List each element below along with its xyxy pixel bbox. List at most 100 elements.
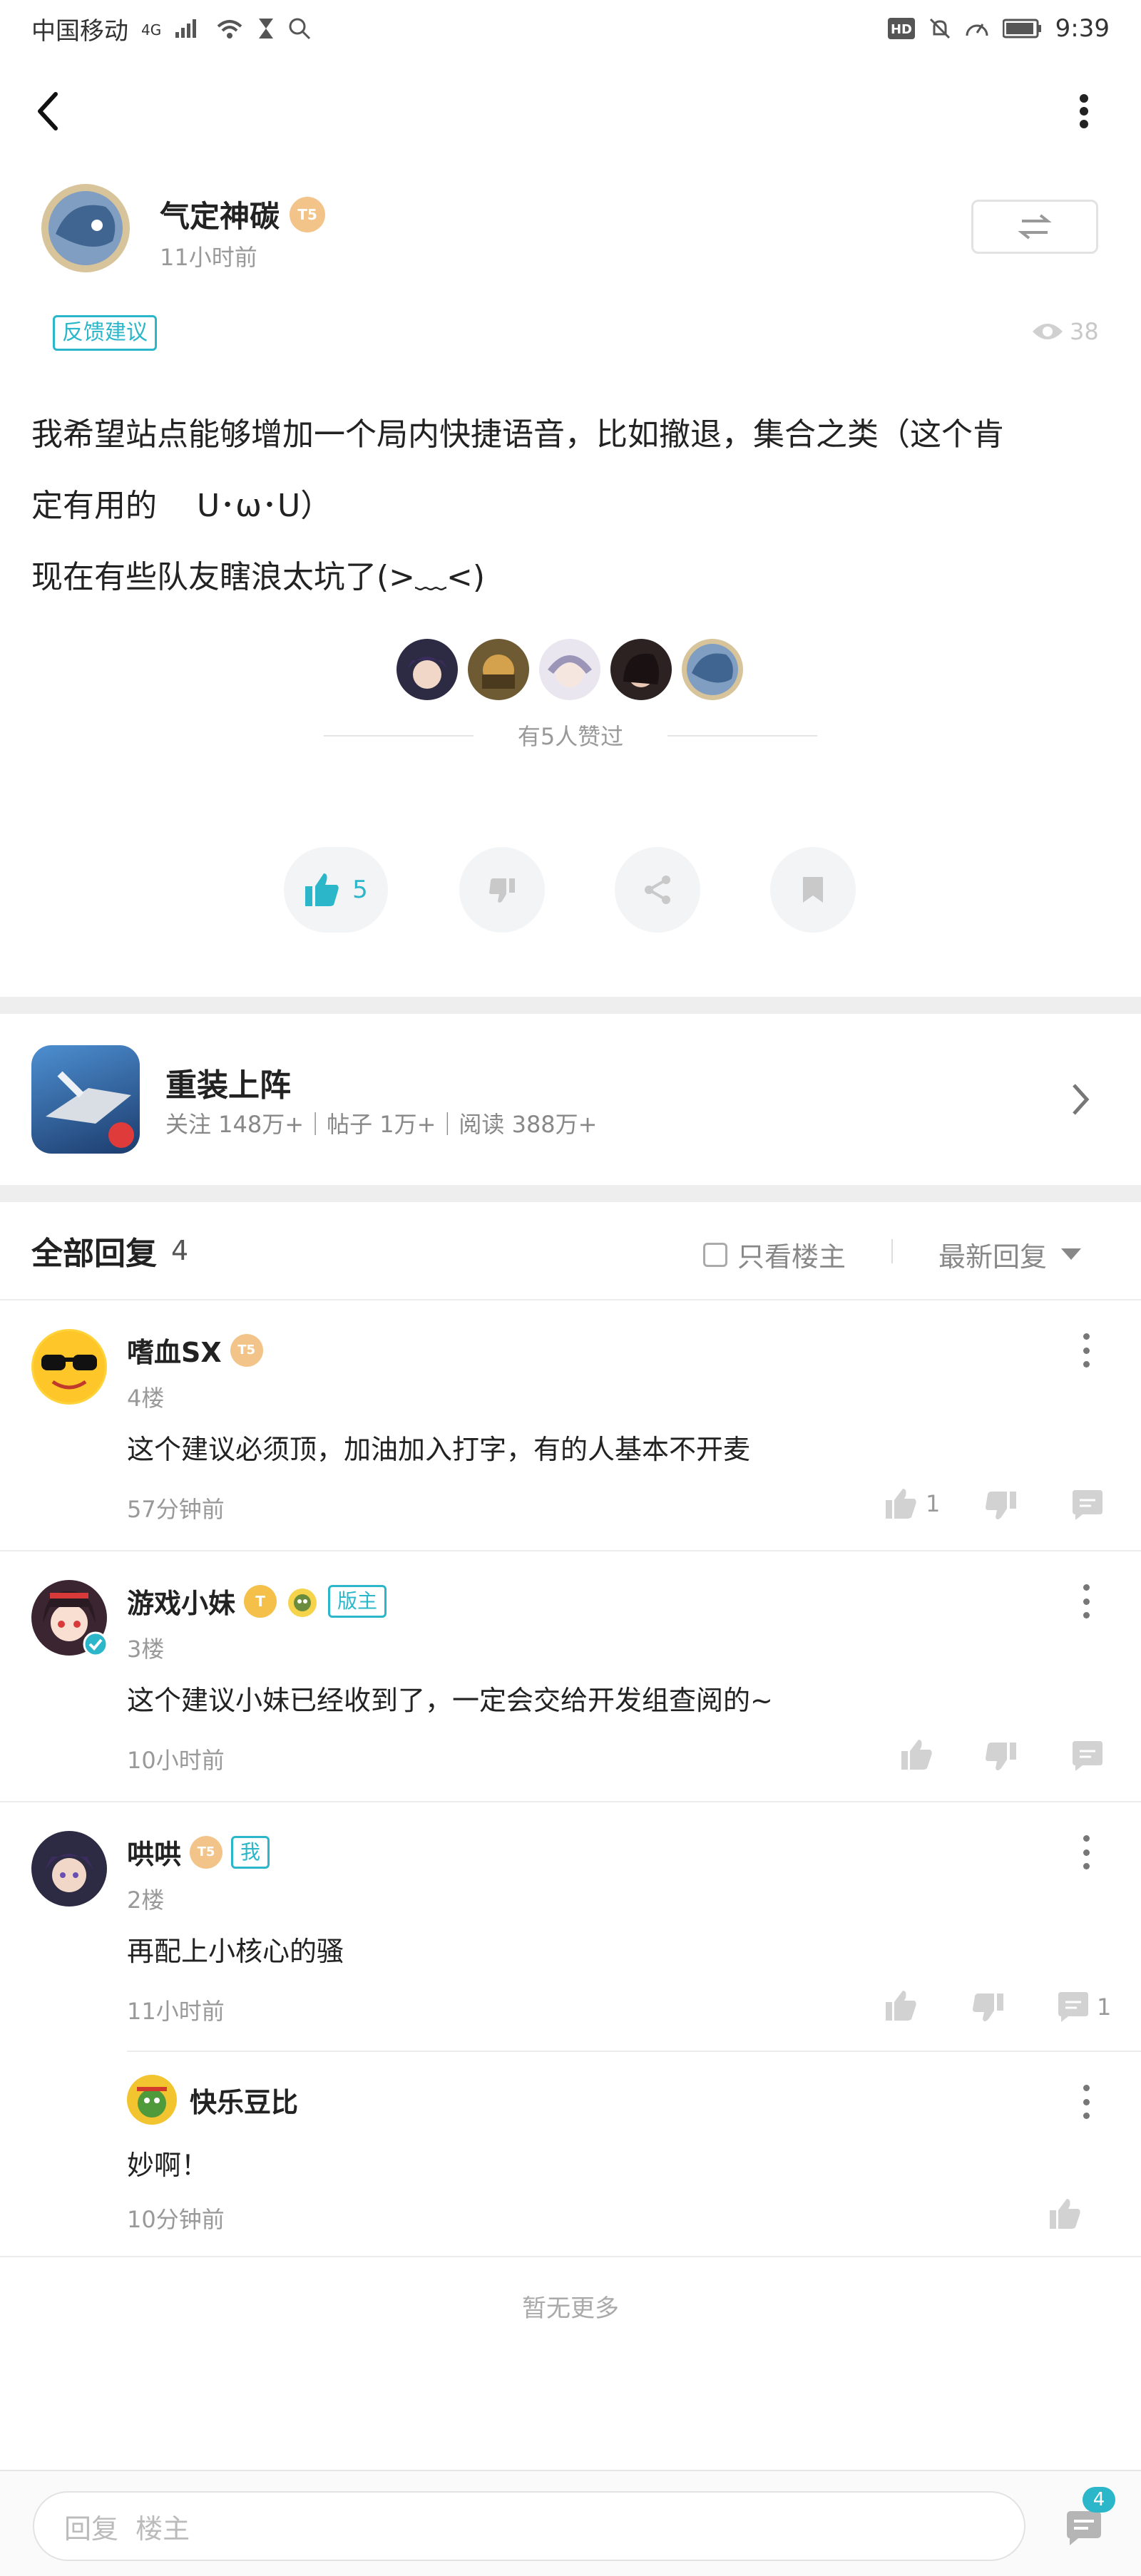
hourglass-icon (259, 19, 274, 39)
avatar-image (482, 655, 515, 689)
reply-more-button[interactable] (1083, 1835, 1090, 1869)
comment-icon[interactable] (1070, 1489, 1105, 1522)
checkbox-icon (703, 1242, 727, 1267)
reply-more-button[interactable] (1083, 1333, 1090, 1367)
reply-author-name[interactable]: 游戏小妹 (127, 1581, 235, 1621)
reply-author-name[interactable]: 哄哄 (127, 1832, 181, 1872)
replies-header: 全部回复 4 (31, 1228, 188, 1273)
verified-icon (83, 1631, 108, 1657)
moderator-badge: 版主 (328, 1584, 387, 1618)
liked-avatars[interactable] (396, 639, 743, 700)
thumbs-down-icon[interactable] (971, 1992, 1006, 2025)
reply-content: 这个建议必须顶，加油加入打字，有的人基本不开麦 (127, 1434, 751, 1465)
reply-comment-count: 1 (1097, 1993, 1112, 2021)
reply-time: 11小时前 (127, 1998, 225, 2025)
author-name[interactable]: 气定神碳 (160, 193, 280, 236)
avatar-image (623, 653, 659, 687)
reply-more-button[interactable] (1083, 1584, 1090, 1618)
level-badge: T (244, 1584, 277, 1618)
section-separator (0, 1185, 1141, 1202)
swap-arrows-icon (1018, 214, 1052, 240)
section-separator (0, 997, 1141, 1014)
caret-down-icon (1061, 1248, 1082, 1260)
reply-like-count: 1 (926, 1490, 941, 1517)
avatar-image (687, 644, 738, 695)
game-stats: 关注 148万+｜帖子 1万+｜阅读 388万+ (165, 1111, 598, 1138)
thumbs-down-icon[interactable] (984, 1490, 1018, 1523)
sub-reply-author-name[interactable]: 快乐豆比 (190, 2080, 298, 2120)
sort-dropdown[interactable]: 最新回复 (938, 1235, 1082, 1274)
liked-by-label: 有5人赞过 (517, 723, 624, 750)
reply-floor: 3楼 (127, 1636, 165, 1663)
reply-time: 57分钟前 (127, 1496, 225, 1523)
level-badge: T5 (230, 1333, 263, 1367)
level-badge: T5 (290, 196, 326, 232)
view-count: 38 (1031, 318, 1099, 345)
reply-content: 再配上小核心的骚 (127, 1936, 344, 1967)
more-options-button[interactable] (1055, 83, 1112, 140)
mute-icon (929, 18, 950, 39)
more-vertical-icon (1080, 94, 1088, 128)
back-arrow-icon (38, 92, 58, 130)
clock: 9:39 (1055, 14, 1110, 43)
game-icon (31, 1045, 140, 1154)
post-content-line: 我希望站点能够增加一个局内快捷语音，比如撤退，集合之类（这个肯 (31, 416, 1004, 453)
author-name-row: 气定神碳 T5 (160, 193, 326, 236)
post-time: 11小时前 (160, 244, 257, 271)
avatar-image (34, 1331, 105, 1402)
reply-input[interactable]: 回复 楼主 (33, 2491, 1025, 2561)
switch-button[interactable] (971, 200, 1098, 254)
thumbs-up-icon[interactable] (900, 1738, 934, 1771)
post-content: 我希望站点能够增加一个局内快捷语音，比如撤退，集合之类（这个肯 定有用的 U･ω… (31, 399, 1115, 613)
replies-title: 全部回复 (31, 1236, 157, 1272)
author-avatar[interactable] (41, 184, 130, 272)
speed-icon (966, 24, 988, 36)
bookmark-icon (803, 877, 823, 903)
share-button[interactable] (615, 847, 700, 933)
avatar-image (406, 657, 448, 689)
avatar-image (548, 655, 592, 687)
reply-author-name[interactable]: 嗜血SX (127, 1330, 222, 1370)
battery-icon (1002, 19, 1041, 39)
wifi-icon (217, 20, 242, 39)
medal-icon (288, 1588, 317, 1617)
reply-avatar[interactable] (31, 1831, 107, 1907)
replies-count: 4 (171, 1235, 189, 1266)
sort-label: 最新回复 (938, 1241, 1048, 1273)
post-tag[interactable]: 反馈建议 (53, 315, 157, 351)
sub-reply-more-button[interactable] (1083, 2085, 1090, 2119)
reply-floor: 4楼 (127, 1385, 165, 1412)
bookmark-button[interactable] (770, 847, 856, 933)
thumbs-up-icon[interactable] (884, 1989, 919, 2022)
comment-icon[interactable] (1070, 1740, 1105, 1772)
avatar-image (48, 191, 123, 265)
like-button[interactable]: 5 (284, 847, 388, 933)
thumbs-down-icon[interactable] (984, 1741, 1018, 1774)
svg-text:HD: HD (891, 22, 912, 37)
sub-reply-item: 快乐豆比 妙啊！ 10分钟前 (127, 2052, 1141, 2259)
me-badge: 我 (231, 1835, 270, 1869)
divider (324, 735, 474, 737)
level-badge: T5 (190, 1835, 223, 1869)
reply-like-button[interactable]: 1 (884, 1487, 940, 1520)
back-button[interactable] (19, 83, 76, 140)
dislike-button[interactable] (459, 847, 545, 933)
thumbs-down-icon (489, 878, 515, 903)
sub-reply-avatar[interactable] (127, 2075, 177, 2125)
thumbs-up-icon[interactable] (1048, 2197, 1083, 2230)
search-status-icon (289, 18, 311, 40)
game-icon-image (46, 1071, 134, 1148)
divider (891, 1239, 893, 1263)
carrier-label: 中国移动 (31, 16, 128, 46)
reply-avatar[interactable] (31, 1329, 107, 1405)
post-content-line: 定有用的 U･ω･U） (31, 488, 332, 524)
only-op-filter[interactable]: 只看楼主 (703, 1235, 846, 1274)
reply-item: 游戏小妹 T 版主 3楼 这个建议小妹已经收到了，一定会交给开发组查阅的~ 10… (0, 1551, 1141, 1801)
reply-item: 哄哄 T5 我 2楼 再配上小核心的骚 11小时前 1 (0, 1802, 1141, 2052)
reply-comment-button[interactable]: 1 (1055, 1991, 1111, 2023)
share-icon (645, 876, 670, 904)
comment-count-badge: 4 (1083, 2487, 1115, 2513)
divider (667, 735, 817, 737)
game-card[interactable]: 重装上阵 关注 148万+｜帖子 1万+｜阅读 388万+ (0, 1014, 1141, 1185)
reply-content: 这个建议小妹已经收到了，一定会交给开发组查阅的~ (127, 1685, 773, 1716)
